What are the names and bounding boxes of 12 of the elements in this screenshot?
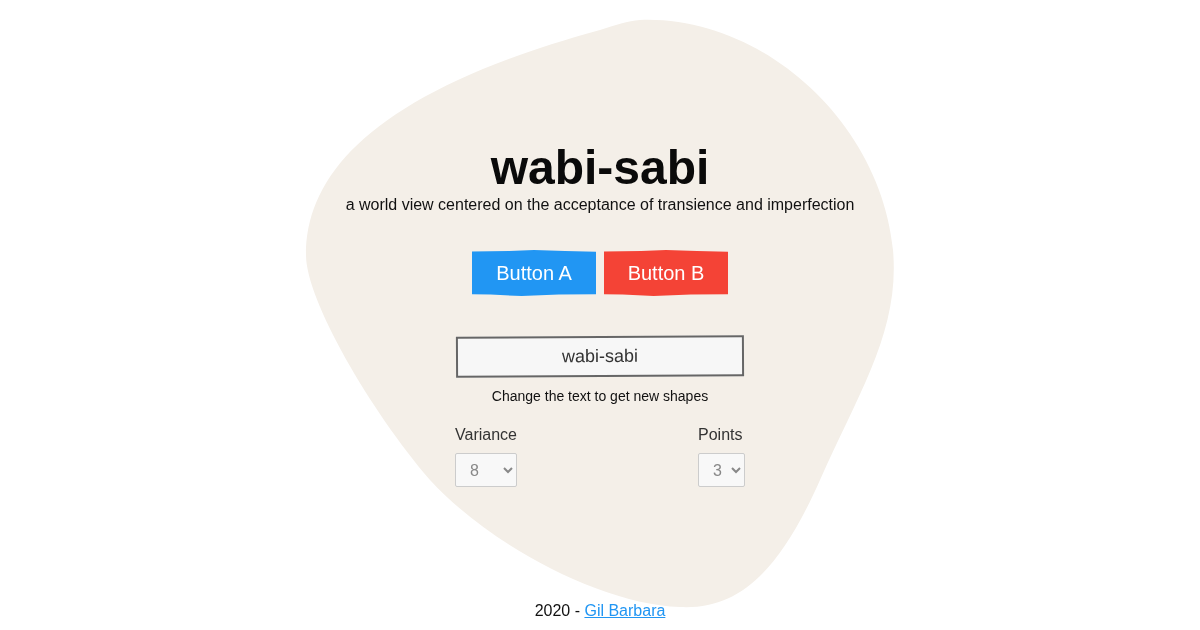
input-hint: Change the text to get new shapes (491, 388, 709, 404)
page-title: wabi-sabi (490, 140, 710, 196)
author-link[interactable]: Gil Barbara (584, 602, 666, 619)
text-input[interactable]: wabi-sabi (455, 335, 745, 378)
page-subtitle: a world view centered on the acceptance of transience and imperfection (345, 196, 855, 214)
footer-text: 2020 - Gil Barbara (534, 602, 666, 620)
number-select[interactable]: 3 (698, 453, 745, 487)
action-button[interactable]: Button A (472, 250, 596, 296)
action-button[interactable]: Button B (604, 250, 728, 296)
select-label: Variance (455, 426, 517, 444)
number-select[interactable]: 8 (455, 453, 517, 487)
select-label: Points (698, 426, 743, 444)
